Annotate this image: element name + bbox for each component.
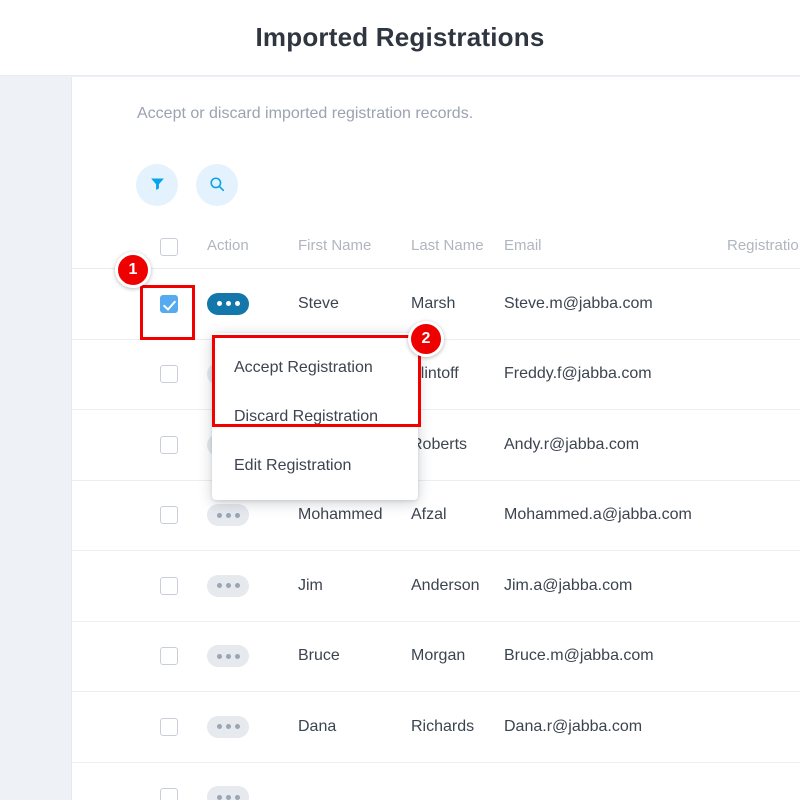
cell-email: Steve.m@jabba.com xyxy=(504,295,653,313)
dot-icon xyxy=(217,513,222,518)
cell-last-name: Flintoff xyxy=(411,365,459,383)
cell-last-name: Marsh xyxy=(411,295,455,313)
cell-email: Jim.a@jabba.com xyxy=(504,577,632,595)
row-checkbox[interactable] xyxy=(160,577,178,595)
table-header-row: Action First Name Last Name Email Regist… xyxy=(72,227,800,269)
dot-icon xyxy=(226,654,231,659)
dot-icon xyxy=(235,513,240,518)
dot-icon xyxy=(235,724,240,729)
registrations-table: Action First Name Last Name Email Regist… xyxy=(72,227,800,800)
cell-first-name: Jim xyxy=(298,577,323,595)
row-action-button[interactable] xyxy=(207,645,249,667)
filter-icon xyxy=(149,175,166,195)
table-row[interactable]: Andy Roberts Andy.r@jabba.com xyxy=(72,410,800,481)
dot-icon xyxy=(226,724,231,729)
column-header-first-name[interactable]: First Name xyxy=(298,237,371,254)
dot-icon xyxy=(226,795,231,800)
select-all-checkbox[interactable] xyxy=(160,238,178,256)
cell-last-name: Roberts xyxy=(411,436,467,454)
row-checkbox[interactable] xyxy=(160,295,178,313)
column-header-action[interactable]: Action xyxy=(207,237,249,254)
row-action-button[interactable] xyxy=(207,786,249,800)
annotation-badge-1: 1 xyxy=(115,252,151,288)
dot-icon xyxy=(235,654,240,659)
dot-icon xyxy=(235,301,240,306)
menu-item-discard-registration[interactable]: Discard Registration xyxy=(212,392,418,441)
app-root: Imported Registrations Accept or discard… xyxy=(0,0,800,800)
cell-first-name: Steve xyxy=(298,295,339,313)
row-checkbox[interactable] xyxy=(160,718,178,736)
cell-email: Dana.r@jabba.com xyxy=(504,718,642,736)
dot-icon xyxy=(217,724,222,729)
table-row[interactable]: Mohammed Afzal Mohammed.a@jabba.com xyxy=(72,481,800,552)
page-subtitle: Accept or discard imported registration … xyxy=(137,105,473,123)
row-action-button[interactable] xyxy=(207,575,249,597)
dot-icon xyxy=(226,513,231,518)
row-action-button[interactable] xyxy=(207,716,249,738)
menu-item-accept-registration[interactable]: Accept Registration xyxy=(212,343,418,392)
cell-last-name: Morgan xyxy=(411,647,465,665)
search-button[interactable] xyxy=(196,164,238,206)
dot-icon xyxy=(235,795,240,800)
top-bar: Imported Registrations xyxy=(0,0,800,76)
cell-email: Andy.r@jabba.com xyxy=(504,436,639,454)
cell-first-name: Dana xyxy=(298,718,336,736)
row-checkbox[interactable] xyxy=(160,365,178,383)
cell-email: Mohammed.a@jabba.com xyxy=(504,506,692,524)
table-row[interactable]: Dana Richards Dana.r@jabba.com xyxy=(72,692,800,763)
cell-email: Freddy.f@jabba.com xyxy=(504,365,652,383)
table-toolbar xyxy=(136,164,238,206)
cell-email: Bruce.m@jabba.com xyxy=(504,647,654,665)
content-panel: Accept or discard imported registration … xyxy=(72,77,800,800)
dot-icon xyxy=(217,654,222,659)
row-checkbox[interactable] xyxy=(160,506,178,524)
row-checkbox[interactable] xyxy=(160,647,178,665)
table-row[interactable] xyxy=(72,763,800,800)
cell-last-name: Anderson xyxy=(411,577,480,595)
search-icon xyxy=(208,175,226,196)
dot-icon xyxy=(226,301,231,306)
page-title: Imported Registrations xyxy=(0,22,800,53)
dot-icon xyxy=(217,301,222,306)
row-action-menu[interactable]: Accept Registration Discard Registration… xyxy=(212,333,418,500)
left-rail xyxy=(0,77,72,800)
row-checkbox[interactable] xyxy=(160,788,178,800)
column-header-email[interactable]: Email xyxy=(504,237,542,254)
filter-button[interactable] xyxy=(136,164,178,206)
column-header-registration[interactable]: Registratio xyxy=(727,237,799,254)
table-row[interactable]: Bruce Morgan Bruce.m@jabba.com xyxy=(72,622,800,693)
table-row[interactable]: Jim Anderson Jim.a@jabba.com xyxy=(72,551,800,622)
dot-icon xyxy=(217,795,222,800)
menu-item-edit-registration[interactable]: Edit Registration xyxy=(212,441,418,490)
annotation-badge-2: 2 xyxy=(408,321,444,357)
row-action-button[interactable] xyxy=(207,504,249,526)
dot-icon xyxy=(226,583,231,588)
cell-first-name: Mohammed xyxy=(298,506,382,524)
cell-last-name: Afzal xyxy=(411,506,447,524)
cell-first-name: Bruce xyxy=(298,647,340,665)
dot-icon xyxy=(217,583,222,588)
row-checkbox[interactable] xyxy=(160,436,178,454)
row-action-button[interactable] xyxy=(207,293,249,315)
dot-icon xyxy=(235,583,240,588)
column-header-last-name[interactable]: Last Name xyxy=(411,237,484,254)
cell-last-name: Richards xyxy=(411,718,474,736)
